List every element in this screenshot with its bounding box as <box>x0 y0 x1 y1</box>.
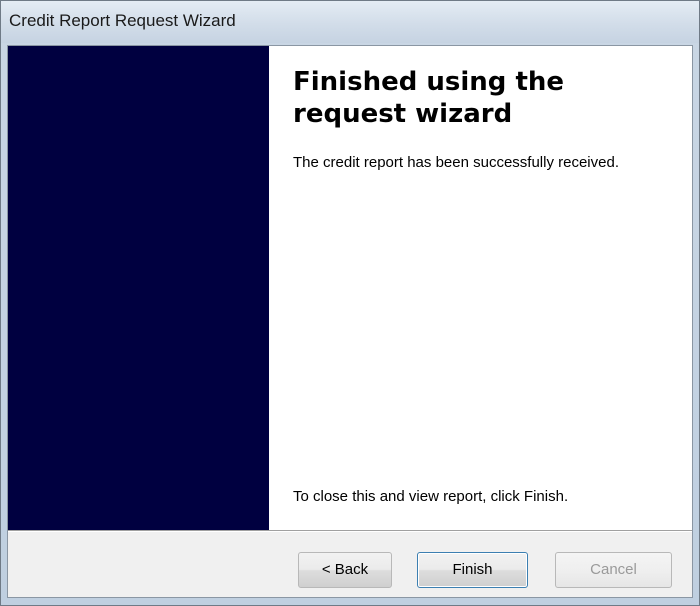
finish-instruction: To close this and view report, click Fin… <box>293 488 569 505</box>
cancel-button[interactable]: Cancel <box>555 552 672 588</box>
title-bar[interactable]: Credit Report Request Wizard <box>1 1 699 43</box>
wizard-body: Finished using the request wizard The cr… <box>7 45 693 598</box>
button-area-divider <box>8 530 692 532</box>
status-message: The credit report has been successfully … <box>293 154 619 171</box>
wizard-side-banner <box>8 46 269 530</box>
window-title: Credit Report Request Wizard <box>9 11 236 30</box>
back-button[interactable]: < Back <box>298 552 392 588</box>
finish-button[interactable]: Finish <box>417 552 528 588</box>
page-heading: Finished using the request wizard <box>293 67 565 129</box>
wizard-content-panel: Finished using the request wizard The cr… <box>269 46 692 530</box>
wizard-window: Credit Report Request Wizard Finished us… <box>0 0 700 606</box>
